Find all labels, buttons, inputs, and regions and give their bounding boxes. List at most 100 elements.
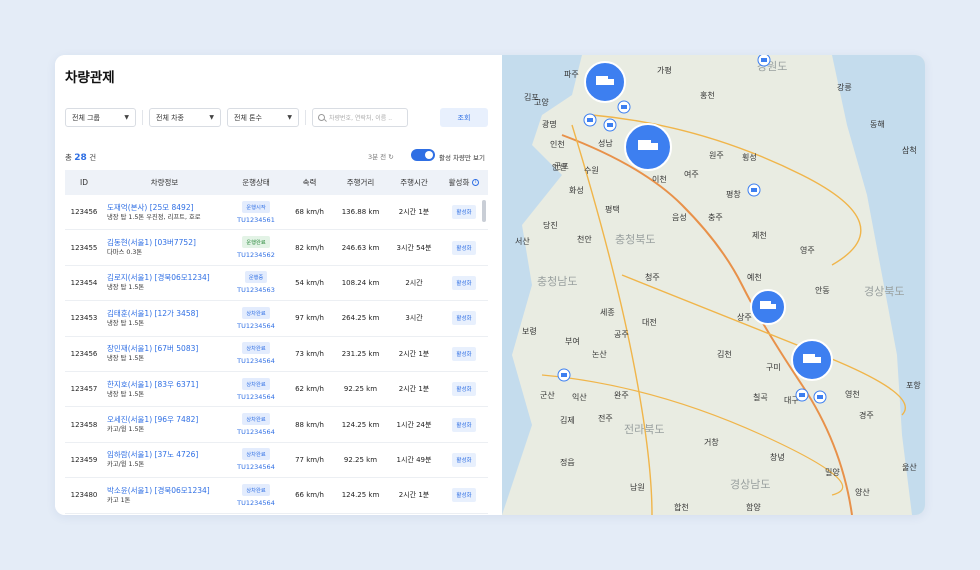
vehicle-desc: 카고 1톤 (107, 496, 131, 504)
trip-link[interactable]: TU1234563 (237, 286, 275, 294)
map-view[interactable]: 강원도 파주 가평 김포 고양 홍천 강릉 광명 인천 성남 횡성 원주 평창 동해 삼척 안산 수원 이천 여주 군… (502, 55, 925, 515)
cell-vehicle-info: 오세진(서울1) [96우 7482] 카고/윙 1.5톤 (103, 414, 226, 435)
trip-link[interactable]: TU1234564 (237, 463, 275, 471)
cell-speed: 77 km/h (295, 455, 324, 464)
vehicle-link[interactable]: 오세진(서울1) [96우 7482] (107, 414, 198, 425)
refresh-button[interactable]: 3분 전 ↻ (368, 151, 394, 161)
truck-pin-small[interactable] (795, 388, 809, 402)
header-info[interactable]: 차량정보 (103, 177, 226, 188)
group-select[interactable]: 전체 그룹 ▼ (65, 108, 136, 127)
active-button[interactable]: 활성화 (452, 275, 476, 290)
cell-distance: 92.25 km (343, 455, 378, 464)
vehicle-link[interactable]: 도재억(본사) [25모 8492] (107, 202, 194, 213)
map-place-label: 안동 (815, 285, 830, 295)
map-place-label: 제천 (752, 230, 767, 240)
total-suffix: 건 (89, 153, 97, 162)
header-speed[interactable]: 속력 (286, 177, 333, 188)
active-only-toggle[interactable] (411, 149, 435, 161)
map-place-label: 함양 (746, 503, 761, 512)
trip-link[interactable]: TU1234564 (237, 357, 275, 365)
vehicle-link[interactable]: 한지호(서울1) [83우 6371] (107, 379, 198, 390)
map-place-label: 파주 (564, 70, 579, 79)
cell-status: 운행중 TU1234563 (226, 271, 286, 294)
header-status[interactable]: 운행상태 (226, 177, 286, 188)
trip-link[interactable]: TU1234564 (237, 499, 275, 507)
truck-pin-small[interactable] (603, 118, 617, 132)
tonnage-select-value: 전체 톤수 (234, 113, 262, 122)
truck-pin-large[interactable] (791, 339, 833, 381)
vehicle-link[interactable]: 김동현(서울1) [03버7752] (107, 237, 196, 248)
vehicle-link[interactable]: 장민재(서울1) [67버 5083] (107, 343, 198, 354)
active-button[interactable]: 활성화 (452, 452, 476, 467)
truck-pin-large[interactable] (750, 289, 786, 325)
filter-bar: 전체 그룹 ▼ 전체 차종 ▼ 전체 톤수 ▼ 차량번호, 연락처, 이름 .. (65, 108, 408, 127)
map-canvas[interactable]: 강원도파주 가평김포고양홍천강릉광명인천 성남횡성원주평창동해삼척안산 수원이천여주군… (502, 55, 925, 515)
cell-id: 123454 (70, 278, 98, 287)
truck-pin-small[interactable] (813, 390, 827, 404)
vehicle-link[interactable]: 임하람(서울1) [37노 4726] (107, 449, 198, 460)
trip-link[interactable]: TU1234561 (237, 216, 275, 224)
map-place-label: 정읍 (560, 457, 575, 467)
active-button[interactable]: 활성화 (452, 417, 476, 432)
active-button[interactable]: 활성화 (452, 205, 476, 220)
truck-pin-small[interactable] (583, 113, 597, 127)
header-active[interactable]: 활성화 i (440, 177, 488, 188)
cell-distance: 231.25 km (341, 349, 380, 358)
search-input[interactable]: 차량번호, 연락처, 이름 .. (312, 108, 408, 127)
header-id[interactable]: ID (65, 178, 103, 187)
active-button[interactable]: 활성화 (452, 346, 476, 361)
header-time[interactable]: 주행시간 (388, 177, 440, 188)
map-place-label: 광명 (542, 119, 557, 129)
tonnage-select[interactable]: 전체 톤수 ▼ (227, 108, 299, 127)
cell-vehicle-info: 박소윤(서울1) [경북06모1234] 카고 1톤 (103, 485, 226, 506)
truck-pin-small[interactable] (747, 183, 761, 197)
table-row[interactable]: 123459 임하람(서울1) [37노 4726] 카고/윙 1.5톤 상차완료 TU… (65, 443, 488, 479)
trip-link[interactable]: TU1234564 (237, 428, 275, 436)
header-distance[interactable]: 주행거리 (333, 177, 388, 188)
map-place-label: 포항 (906, 381, 921, 390)
active-button[interactable]: 활성화 (452, 382, 476, 397)
table-row[interactable]: 123455 김동현(서울1) [03버7752] 다마스 0.3톤 운행완료 TU12… (65, 230, 488, 266)
table-row[interactable]: 123456 장민재(서울1) [67버 5083] 냉장 탑 1.5톤 상차완료 TU… (65, 337, 488, 372)
table-scrollbar[interactable] (482, 200, 486, 222)
table-row[interactable]: 123480 박소윤(서울1) [경북06모1234] 카고 1톤 상차완료 TU123… (65, 478, 488, 514)
table-row[interactable]: 123453 김태훈(서울1) [12가 3458] 냉장 탑 1.5톤 상차완료 TU… (65, 301, 488, 337)
truck-pin-large[interactable] (584, 61, 626, 103)
driver-name: 박소윤(서울1) (107, 485, 153, 495)
vehicle-desc: 다마스 0.3톤 (107, 249, 143, 257)
vehicle-desc: 카고/윙 1.5톤 (107, 426, 145, 434)
truck-pin-small[interactable] (757, 55, 771, 67)
plate-number: [경북06모1234] (154, 485, 210, 495)
map-place-label: 대전 (642, 317, 657, 327)
active-button[interactable]: 활성화 (452, 240, 476, 255)
vehicle-link[interactable]: 김로지(서울1) [경북06모1234] (107, 272, 210, 283)
active-button[interactable]: 활성화 (452, 488, 476, 503)
cell-time: 2시간 1분 (398, 208, 430, 217)
vehicle-link[interactable]: 김태훈(서울1) [12가 3458] (107, 308, 198, 319)
trip-link[interactable]: TU1234564 (237, 322, 275, 330)
trip-link[interactable]: TU1234564 (237, 393, 275, 401)
table-row[interactable]: 123457 한지호(서울1) [83우 6371] 냉장 탑 1.5톤 상차완료 TU… (65, 372, 488, 408)
map-place-label: 횡성 (742, 152, 757, 162)
query-button[interactable]: 조회 (440, 108, 488, 127)
table-row[interactable]: 123454 김로지(서울1) [경북06모1234] 냉장 탑 1.5톤 운행중 TU… (65, 266, 488, 302)
type-select[interactable]: 전체 차종 ▼ (149, 108, 221, 127)
truck-pin-small[interactable] (617, 100, 631, 114)
vehicle-link[interactable]: 박소윤(서울1) [경북06모1234] (107, 485, 210, 496)
cell-speed: 54 km/h (295, 278, 324, 287)
table-row[interactable]: 123456 도재억(본사) [25모 8492] 냉장 탑 1.5톤 우진정, 리… (65, 195, 488, 231)
info-icon[interactable]: i (472, 179, 480, 186)
trip-link[interactable]: TU1234562 (237, 251, 275, 259)
vehicle-desc: 냉장 탑 1.5톤 (107, 390, 145, 398)
map-place-label: 평창 (726, 189, 741, 199)
type-select-value: 전체 차종 (156, 113, 184, 122)
cell-speed: 62 km/h (295, 385, 324, 394)
active-button[interactable]: 활성화 (452, 311, 476, 326)
map-place-label: 구미 (766, 363, 781, 372)
table-row[interactable]: 123458 오세진(서울1) [96우 7482] 카고/윙 1.5톤 상차완료 TU… (65, 407, 488, 443)
cell-active: 활성화 (440, 452, 488, 467)
truck-pin-small[interactable] (557, 368, 571, 382)
cell-speed: 82 km/h (295, 243, 324, 252)
truck-pin-large[interactable] (624, 123, 672, 171)
cell-active: 활성화 (440, 205, 488, 220)
